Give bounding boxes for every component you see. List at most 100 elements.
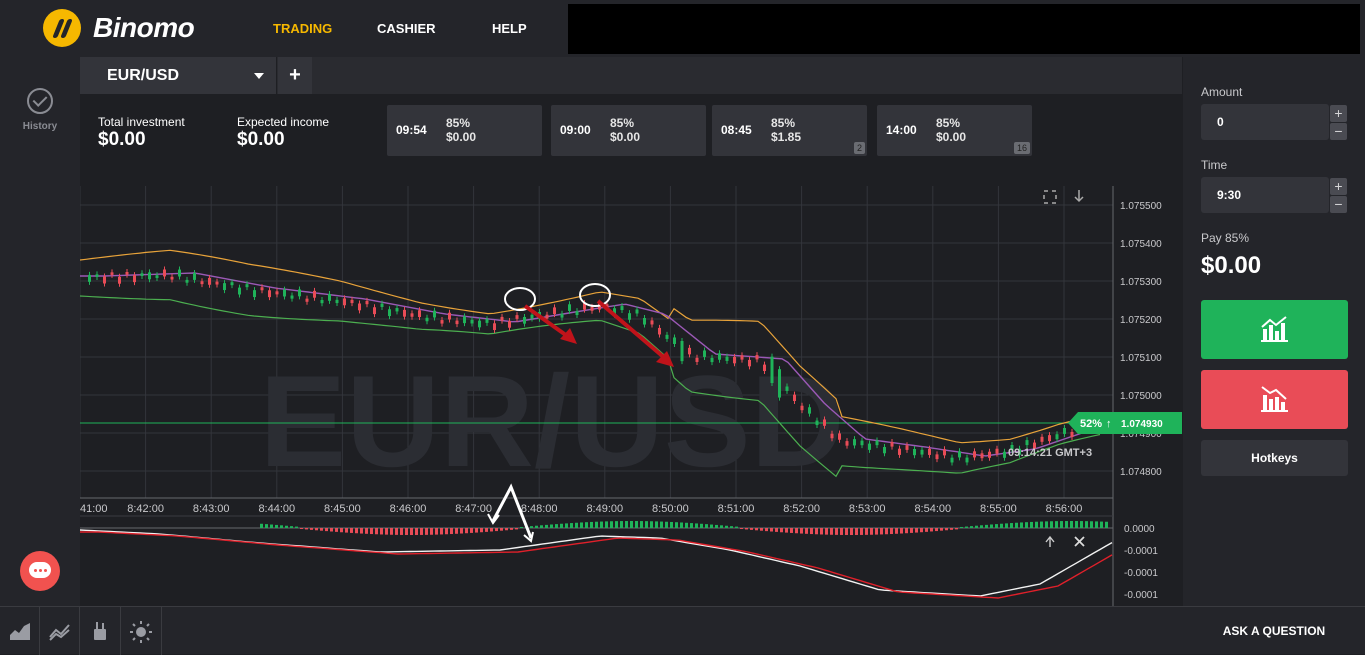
- sun-icon: [130, 621, 152, 643]
- histogram-bar: [320, 528, 323, 531]
- nav-cashier[interactable]: CASHIER: [377, 21, 436, 36]
- candle: [110, 272, 114, 275]
- histogram-bar: [375, 528, 378, 535]
- call-up-button[interactable]: [1201, 300, 1348, 359]
- candle: [380, 303, 384, 307]
- candle: [815, 420, 819, 426]
- histogram-bar: [860, 528, 863, 535]
- price-chart[interactable]: EUR/USD 1.075500 1.075400 1.075300 1.075200…: [79, 166, 1182, 606]
- histogram-bar: [420, 528, 423, 535]
- ask-question-button[interactable]: ASK A QUESTION: [1183, 606, 1365, 654]
- candle: [965, 457, 969, 463]
- candle: [268, 290, 271, 298]
- amount-input[interactable]: 0: [1201, 104, 1329, 140]
- histogram-bar: [620, 521, 623, 528]
- redacted-area: [568, 4, 1360, 54]
- histogram-bar: [1050, 521, 1053, 528]
- histogram-bar: [640, 521, 643, 528]
- histogram-bar: [680, 522, 683, 528]
- close-icon[interactable]: [1074, 536, 1085, 547]
- candle: [650, 320, 654, 325]
- candle: [208, 277, 211, 285]
- deal-card[interactable]: 14:00 85% $0.00 16: [877, 105, 1032, 156]
- price-tick: 1.075100: [1120, 353, 1162, 364]
- deal-card[interactable]: 09:54 85% $0.00: [387, 105, 542, 156]
- deal-card[interactable]: 09:00 85% $0.00: [551, 105, 706, 156]
- chart-type-area-button[interactable]: [0, 607, 40, 655]
- histogram-bar: [610, 521, 613, 528]
- histogram-bar: [1070, 521, 1073, 528]
- candle: [718, 353, 721, 360]
- put-down-button[interactable]: [1201, 370, 1348, 429]
- hotkeys-button[interactable]: Hotkeys: [1201, 440, 1348, 476]
- histogram-bar: [345, 528, 348, 533]
- fullscreen-icon[interactable]: [1043, 190, 1057, 204]
- amount-increase-button[interactable]: +: [1330, 105, 1347, 122]
- arrow-up-icon[interactable]: [1045, 535, 1055, 547]
- candle: [95, 274, 99, 277]
- histogram-bar: [770, 528, 773, 532]
- arrow-up-icon: ↑: [1106, 418, 1112, 430]
- candle: [260, 287, 264, 291]
- histogram-bar: [310, 528, 313, 530]
- candle: [883, 447, 886, 454]
- deal-time: 14:00: [886, 123, 917, 137]
- histogram-bar: [265, 524, 268, 528]
- add-tab-button[interactable]: +: [278, 57, 312, 94]
- histogram-bar: [940, 528, 943, 531]
- time-tick: 8:53:00: [849, 503, 886, 515]
- histogram-bar: [565, 523, 568, 528]
- amount-decrease-button[interactable]: −: [1330, 123, 1347, 140]
- histogram-bar: [425, 528, 428, 535]
- histogram-bar: [675, 522, 678, 528]
- candle: [853, 439, 856, 446]
- candle: [875, 440, 879, 446]
- candle: [238, 287, 241, 295]
- histogram-bar: [585, 522, 588, 528]
- download-icon[interactable]: [1074, 190, 1084, 203]
- price-axis: 1.075500 1.075400 1.075300 1.075200 1.075100…: [1120, 201, 1162, 478]
- drawing-tools-button[interactable]: [80, 607, 121, 655]
- price-tick: 1.075500: [1120, 201, 1162, 212]
- theme-button[interactable]: [121, 607, 162, 655]
- histogram-bar: [825, 528, 828, 535]
- deal-card[interactable]: 08:45 85% $1.85 2: [712, 105, 867, 156]
- histogram-bar: [685, 522, 688, 528]
- candle: [628, 313, 631, 320]
- time-increase-button[interactable]: +: [1330, 178, 1347, 195]
- chart-up-icon: [1261, 316, 1288, 342]
- histogram-bar: [945, 528, 948, 531]
- histogram-bar: [1010, 523, 1013, 528]
- nav-trading[interactable]: TRADING: [273, 21, 332, 36]
- histogram-bar: [355, 528, 358, 534]
- histogram-bar: [795, 528, 798, 534]
- candle: [275, 291, 279, 295]
- chat-button[interactable]: [20, 551, 60, 591]
- histogram-bar: [410, 528, 413, 535]
- candle: [365, 300, 369, 305]
- histogram-bar: [1025, 522, 1028, 528]
- histogram-bar: [915, 528, 918, 533]
- histogram-bar: [295, 526, 298, 528]
- histogram-bar: [1095, 521, 1098, 528]
- histogram-bar: [805, 528, 808, 534]
- nav-help[interactable]: HELP: [492, 21, 527, 36]
- indicators-button[interactable]: [40, 607, 80, 655]
- time-decrease-button[interactable]: −: [1330, 196, 1347, 213]
- histogram-bar: [890, 528, 893, 535]
- brand-logo[interactable]: Binomo: [43, 9, 195, 47]
- deal-time: 09:00: [560, 123, 591, 137]
- histogram-bar: [670, 521, 673, 528]
- asset-tab[interactable]: EUR/USD: [80, 57, 277, 94]
- history-label: History: [22, 121, 58, 132]
- current-percent: 52%: [1080, 418, 1102, 430]
- candle: [433, 310, 436, 318]
- histogram-bar: [495, 528, 498, 532]
- histogram-bar: [1065, 521, 1068, 528]
- candle: [185, 279, 189, 283]
- histogram-bar: [715, 524, 718, 528]
- oscillator-tick: -0.0001: [1124, 590, 1158, 601]
- candle: [935, 454, 939, 460]
- histogram-bar: [305, 528, 308, 530]
- time-input[interactable]: 9:30: [1201, 177, 1329, 213]
